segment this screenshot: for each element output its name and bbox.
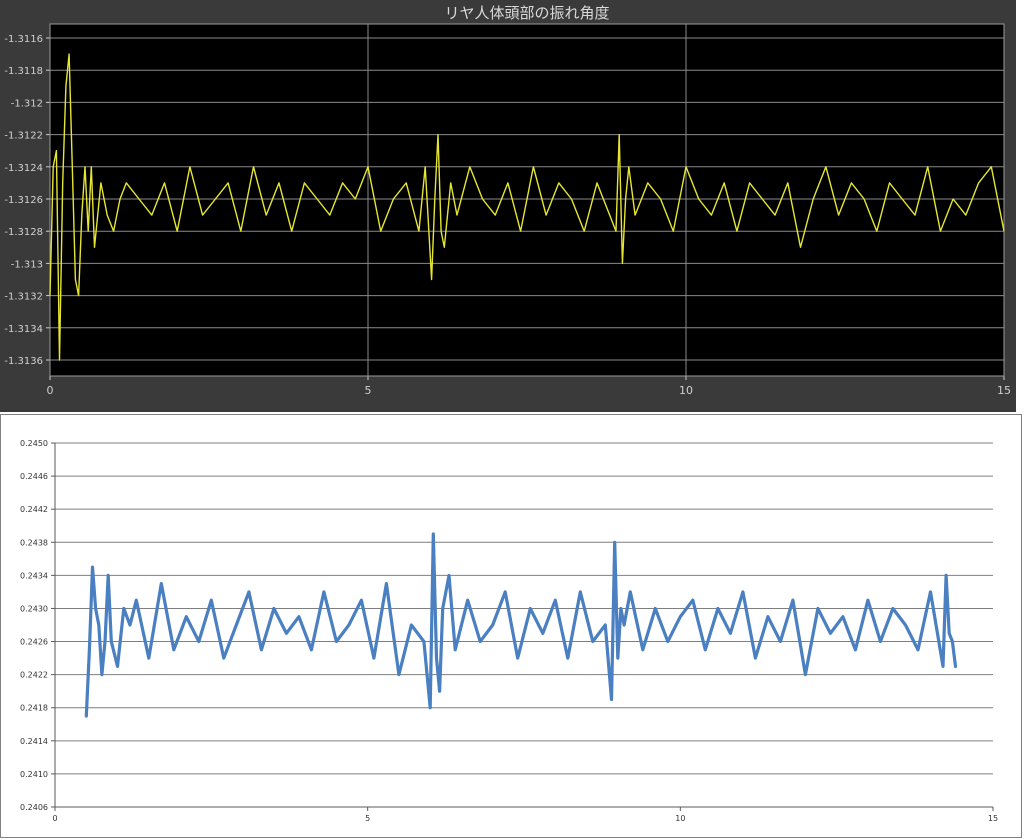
y-tick-label: 0.2446 [20, 472, 48, 481]
top-chart-panel: リヤ人体頭部の振れ角度 -1.3116 -1.3118 -1.312 -1.3122 -1… [0, 0, 1016, 412]
y-tick-label: -1.3136 [4, 356, 43, 367]
y-tick-label: 0.2414 [20, 737, 48, 746]
x-tick-label: 5 [365, 384, 372, 397]
y-tick-label: 0.2426 [20, 638, 48, 647]
y-tick-label: -1.3124 [4, 163, 43, 174]
x-tick-label: 10 [675, 814, 685, 823]
bottom-chart: 0.2450 0.2446 0.2442 0.2438 0.2434 0.2430 0.24… [20, 439, 998, 823]
y-tick-label: -1.3122 [4, 131, 43, 142]
series-line [84, 532, 958, 718]
top-chart: リヤ人体頭部の振れ角度 -1.3116 -1.3118 -1.312 -1.3122 -1… [4, 4, 1011, 397]
y-tick-label: 0.2422 [20, 671, 48, 680]
bottom-chart-panel: 0.2450 0.2446 0.2442 0.2438 0.2434 0.2430 0.24… [0, 414, 1022, 838]
chart-title: リヤ人体頭部の振れ角度 [444, 4, 609, 22]
x-tick-label: 15 [997, 384, 1011, 397]
y-tick-label: 0.2438 [20, 538, 48, 547]
y-tick-label: -1.3118 [4, 66, 43, 77]
y-tick-label: -1.3116 [4, 34, 43, 45]
x-tick-label: 15 [988, 814, 998, 823]
y-tick-label: -1.3126 [4, 195, 43, 206]
y-tick-label: 0.2450 [20, 439, 48, 448]
x-tick-label: 0 [52, 814, 57, 823]
y-tick-label: 0.2434 [20, 571, 48, 580]
x-tick-label: 5 [365, 814, 370, 823]
x-tick-label: 0 [47, 384, 54, 397]
y-tick-label: -1.312 [11, 98, 43, 109]
y-tick-label: -1.3134 [4, 324, 43, 335]
y-tick-label: -1.3132 [4, 292, 43, 303]
y-tick-label: -1.3128 [4, 227, 43, 238]
y-tick-label: 0.2418 [20, 704, 48, 713]
y-tick-label: 0.2406 [20, 803, 48, 812]
x-tick-label: 10 [679, 384, 693, 397]
y-tick-label: 0.2410 [20, 770, 48, 779]
y-tick-label: 0.2442 [20, 505, 48, 514]
y-tick-label: 0.2430 [20, 604, 48, 613]
y-tick-label: -1.313 [11, 259, 43, 270]
